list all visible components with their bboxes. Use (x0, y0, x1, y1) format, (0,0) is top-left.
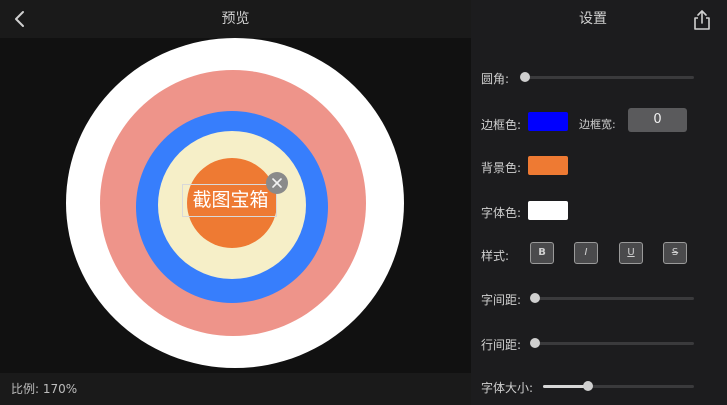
close-icon (272, 178, 282, 188)
italic-button[interactable]: I (574, 242, 598, 264)
strikethrough-button-label: S (671, 247, 679, 258)
share-icon (694, 10, 710, 30)
letter-spacing-label: 字间距: (481, 293, 522, 307)
corner-radius-label: 圆角: (481, 72, 510, 86)
chevron-left-icon (15, 11, 24, 27)
scale-label: 比例: 170% (11, 382, 78, 396)
border-color-swatch[interactable] (528, 112, 568, 131)
line-spacing-thumb[interactable] (530, 338, 540, 348)
text-layer-box[interactable]: 截图宝箱 (182, 184, 277, 217)
strikethrough-button[interactable]: S (663, 242, 687, 264)
settings-title: 设置 (579, 11, 607, 27)
underline-button[interactable]: U (619, 242, 643, 264)
settings-panel: 设置 圆角: 边框色: 边框宽: 0 背景色: 字体色: 样式: B I U S… (471, 0, 727, 405)
font-size-thumb[interactable] (583, 381, 593, 391)
border-width-label: 边框宽: (579, 118, 616, 131)
line-spacing-label: 行间距: (481, 338, 522, 352)
border-width-input[interactable]: 0 (628, 108, 687, 132)
preview-title: 预览 (221, 11, 250, 27)
italic-button-label: I (584, 247, 588, 258)
underline-button-label: U (627, 247, 635, 258)
preview-panel: 预览 截图宝箱 比例: 170% (0, 0, 471, 405)
font-color-swatch[interactable] (528, 201, 568, 220)
line-spacing-slider[interactable] (534, 342, 694, 345)
preview-footer: 比例: 170% (0, 373, 471, 405)
preview-canvas[interactable]: 截图宝箱 (0, 38, 471, 373)
share-button[interactable] (692, 9, 712, 31)
border-color-label: 边框色: (481, 118, 522, 132)
font-size-fill (543, 385, 588, 388)
text-layer-content: 截图宝箱 (192, 189, 269, 211)
font-size-label: 字体大小: (481, 381, 534, 395)
font-color-label: 字体色: (481, 206, 522, 220)
settings-header: 设置 (471, 0, 727, 38)
corner-radius-slider[interactable] (523, 76, 694, 79)
back-button[interactable] (10, 9, 30, 29)
background-color-swatch[interactable] (528, 156, 568, 175)
corner-radius-thumb[interactable] (520, 72, 530, 82)
bold-button[interactable]: B (530, 242, 554, 264)
preview-header: 预览 (0, 0, 471, 38)
remove-text-button[interactable] (266, 172, 288, 194)
letter-spacing-thumb[interactable] (530, 293, 540, 303)
bold-button-label: B (538, 247, 546, 258)
style-label: 样式: (481, 249, 510, 263)
background-color-label: 背景色: (481, 161, 522, 175)
letter-spacing-slider[interactable] (534, 297, 694, 300)
